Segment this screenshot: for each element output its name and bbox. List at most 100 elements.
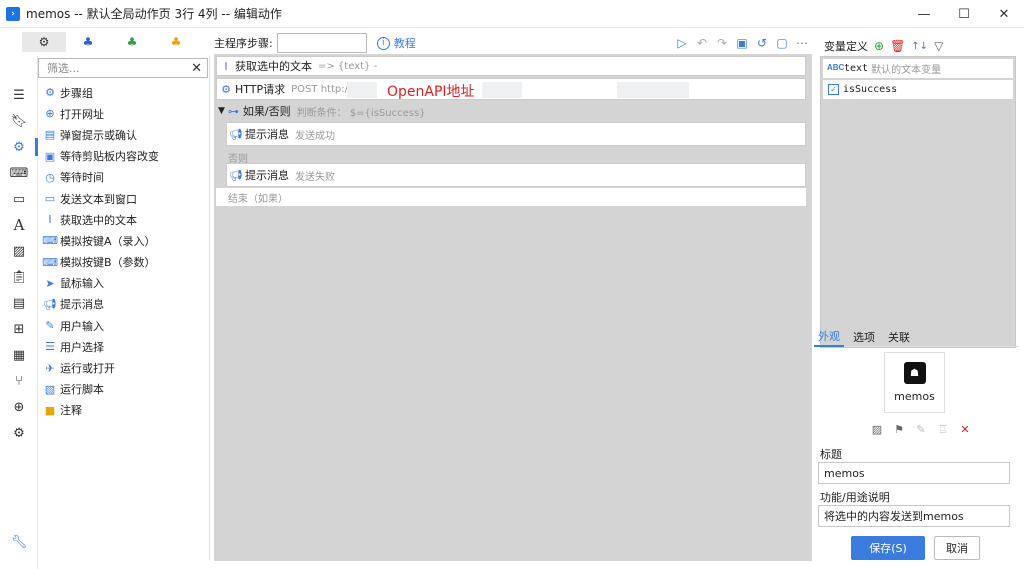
save-icon[interactable]: ▣ [732,34,752,52]
action-item-comment[interactable]: ■ 注释 [38,400,208,421]
app-logo-icon: › [6,6,20,21]
clipboard-icon[interactable]: 📋︎ [0,264,38,290]
step-group-icon: ⚙ [45,86,55,100]
vars-title: 变量定义 [824,40,868,53]
tab-options[interactable]: 选项 [849,327,879,347]
cube-orange-icon: ♣ [170,35,182,49]
image-icon[interactable]: ▨ [0,238,38,264]
action-item-open-url[interactable]: ⊕ 打开网址 [38,103,208,124]
tab-association[interactable]: 关联 [884,327,914,347]
collapse-triangle-icon[interactable]: ▼ [218,106,225,116]
image-icon[interactable]: ▨ [866,421,888,437]
run-icon[interactable]: ▷ [672,34,692,52]
redacted-area [482,82,522,98]
action-item-user-input[interactable]: ✎ 用户输入 [38,315,208,336]
tab-cube-orange[interactable]: ♣ [154,32,198,52]
bookmark-icon[interactable]: 🔖︎ [0,108,38,134]
text-cursor-icon: I [224,59,228,73]
action-item-mouse[interactable]: ➤ 鼠标输入 [38,273,208,294]
keyboard-icon: ⌨ [42,255,58,269]
add-variable-icon[interactable]: ⊕ [874,39,884,53]
action-item-wait-clipboard[interactable]: ▣ 等待剪贴板内容改变 [38,146,208,167]
redo-icon[interactable]: ↷ [712,34,732,52]
shirt-icon[interactable]: ♖ [932,421,954,437]
eyedropper-icon[interactable]: ✎ [910,421,932,437]
variable-list: ABC text 默认的文本变量 ✓ isSuccess [820,56,1016,348]
text-cursor-icon: I [48,213,52,227]
windows-icon[interactable]: ⊞ [0,316,38,342]
sort-icon[interactable]: ↑↓ [911,41,928,52]
action-item-key-a[interactable]: ⌨ 模拟按键A（录入） [38,230,208,251]
note-edit-icon[interactable]: ▢ [772,34,792,52]
action-item-get-selected[interactable]: I 获取选中的文本 [38,209,208,230]
timer-icon: ◷ [45,170,55,184]
variable-row-text[interactable]: ABC text 默认的文本变量 [823,59,1013,78]
save-button[interactable]: 保存(S) [851,536,925,560]
title-label: 标题 [820,448,842,461]
action-icon-preview[interactable]: ☗ memos [884,352,945,413]
flag-icon[interactable]: ⚑ [888,421,910,437]
action-item-popup[interactable]: ▤ 弹窗提示或确认 [38,124,208,145]
flow-icon: ⊶ [227,104,239,118]
description-input[interactable]: 将选中的内容发送到memos [818,505,1010,527]
font-icon[interactable]: A [0,212,38,238]
action-item-send-text[interactable]: ▭ 发送文本到窗口 [38,188,208,209]
category-iconbar: ☰ 🔖︎ ⚙ ⌨ ▭ A ▨ 📋︎ ▤ ⊞ ▦ ⑂ ⊕ ⚙ 🔧︎ [0,56,38,569]
chat-icon: ▭ [44,192,56,206]
description-label: 功能/用途说明 [820,491,890,504]
tab-gears[interactable]: ⚙ [22,32,66,52]
wrench-icon[interactable]: 🔧︎ [0,529,38,555]
remove-icon[interactable]: ✕ [954,421,976,437]
variable-row-issuccess[interactable]: ✓ isSuccess [823,80,1013,99]
more-icon[interactable]: ⋯ [792,34,812,52]
globe-icon[interactable]: ⊕ [0,394,38,420]
icon-preview-name: memos [894,390,935,403]
menu-icon[interactable]: ☰ [0,82,38,108]
mouse-pointer-icon: ➤ [45,276,55,290]
tab-cube-green[interactable]: ♣ [110,32,154,52]
keyboard-icon[interactable]: ⌨ [0,160,38,186]
step-message-fail[interactable]: 📢︎ 提示消息 发送失败 [226,163,806,187]
action-item-wait-time[interactable]: ◷ 等待时间 [38,167,208,188]
close-button[interactable]: ✕ [984,0,1024,28]
tab-cube-blue[interactable]: ♣ [66,32,110,52]
title-input[interactable]: memos [818,462,1010,484]
history-icon[interactable]: ↺ [752,34,772,52]
keyboard-icon: ⌨ [42,234,58,248]
help-link[interactable]: i 教程 [376,35,416,51]
filter-input[interactable]: 筛选... ✕ [38,58,208,78]
grid-icon[interactable]: ▦ [0,342,38,368]
action-item-user-choice[interactable]: ☰ 用户选择 [38,336,208,357]
action-item-message[interactable]: 📢︎ 提示消息 [38,294,208,315]
action-item-run-script[interactable]: ▧ 运行脚本 [38,379,208,400]
clear-filter-icon[interactable]: ✕ [191,61,202,76]
tab-appearance[interactable]: 外观 [814,327,844,347]
step-message-success[interactable]: 📢︎ 提示消息 发送成功 [226,122,806,146]
gear-icon: ⚙ [221,82,231,96]
action-item-run-open[interactable]: ✈ 运行或打开 [38,357,208,378]
branch-icon[interactable]: ⑂ [0,368,38,394]
gear-icon[interactable]: ⚙ [0,134,38,160]
action-list-panel: 筛选... ✕ ⚙ 步骤组 ⊕ 打开网址 ▤ 弹窗提示或确认 ▣ 等待剪贴板内容改变 ◷… [38,56,210,560]
memos-logo-icon: ☗ [903,362,926,384]
step-http-request[interactable]: ⚙ HTTP请求 POST http:// OpenAPI地址 [216,78,806,100]
step-if-else[interactable]: ▼ ⊶ 如果/否则 判断条件： $={isSuccess} [218,102,426,120]
minimize-button[interactable]: — [904,0,944,28]
cancel-button[interactable]: 取消 [934,536,980,560]
megaphone-icon: 📢︎ [43,297,57,311]
maximize-button[interactable]: ☐ [944,0,984,28]
action-item-key-b[interactable]: ⌨ 模拟按键B（参数） [38,252,208,273]
cube-blue-icon: ♣ [82,35,94,49]
undo-icon[interactable]: ↶ [692,34,712,52]
document-icon[interactable]: ▤ [0,290,38,316]
action-item-step-group[interactable]: ⚙ 步骤组 [38,82,208,103]
delete-variable-icon[interactable]: 🗑︎ [890,39,905,53]
api-url-annotation: OpenAPI地址 [387,84,475,100]
window-icon[interactable]: ▭ [0,186,38,212]
megaphone-icon: 📢︎ [229,127,243,141]
step-input[interactable] [276,33,367,53]
list-icon: ☰ [45,340,55,354]
step-get-selected-text[interactable]: I 获取选中的文本 => {text} - [216,56,806,76]
gears-small-icon[interactable]: ⚙ [0,420,38,446]
filter-icon[interactable]: ▽ [934,39,943,53]
